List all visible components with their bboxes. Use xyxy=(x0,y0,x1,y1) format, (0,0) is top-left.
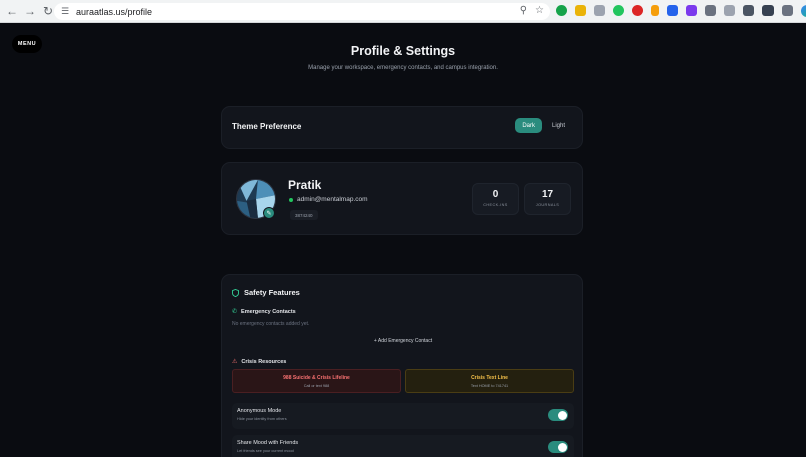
crisis-text-line-card[interactable]: Crisis Text Line Text HOME to 741741 xyxy=(405,369,574,393)
emergency-contacts-heading: ✆ Emergency Contacts xyxy=(232,308,296,316)
online-status-icon xyxy=(289,197,293,202)
safety-features-card: Safety Features ✆ Emergency Contacts No … xyxy=(221,274,583,457)
forward-icon[interactable]: → xyxy=(22,3,38,19)
browser-toolbar: ← → ↻ ☰ auraatlas.us/profile ⚲ ☆ ⋮ xyxy=(0,0,806,23)
back-icon[interactable]: ← xyxy=(4,3,20,19)
extension-icon[interactable] xyxy=(705,5,716,16)
emergency-contacts-title: Emergency Contacts xyxy=(241,308,296,315)
profile-email: admin@mentalmap.com xyxy=(297,196,368,203)
stat-journals-value: 17 xyxy=(541,189,554,200)
crisis-resources-title: Crisis Resources xyxy=(241,358,287,365)
page-subtitle: Manage your workspace, emergency contact… xyxy=(308,65,498,71)
anonymous-mode-title: Anonymous Mode xyxy=(237,408,282,414)
extension-icon[interactable] xyxy=(556,5,567,16)
stat-journals-label: JOURNALS xyxy=(535,203,560,207)
crisis-lifeline-sub: Call or text 988 xyxy=(303,384,330,388)
theme-dark-button[interactable]: Dark xyxy=(515,118,542,133)
share-mood-title: Share Mood with Friends xyxy=(237,440,299,446)
theme-toggle: Dark Light xyxy=(515,118,572,133)
extension-icon[interactable] xyxy=(782,5,793,16)
shield-icon xyxy=(232,288,239,297)
extension-icon[interactable] xyxy=(594,5,605,16)
edit-avatar-icon[interactable]: ✎ xyxy=(263,207,275,219)
toggle-knob xyxy=(557,410,567,420)
stat-checkins-value: 0 xyxy=(492,189,499,200)
extensions-bar: ⋮ xyxy=(556,4,806,17)
extension-icon[interactable] xyxy=(651,5,659,16)
profile-id-badge: 3874240 xyxy=(290,210,318,220)
theme-preference-card: Theme Preference Dark Light xyxy=(221,106,583,149)
share-mood-toggle[interactable] xyxy=(548,441,568,453)
url-text: auraatlas.us/profile xyxy=(76,6,153,17)
page: MENU Profile & Settings Manage your work… xyxy=(0,23,806,457)
extension-icon[interactable] xyxy=(724,5,735,16)
add-emergency-contact-button[interactable]: + Add Emergency Contact xyxy=(222,338,584,344)
extension-icon[interactable] xyxy=(613,5,624,16)
no-contacts-text: No emergency contacts added yet. xyxy=(232,321,310,327)
extension-icon[interactable] xyxy=(686,5,697,16)
zoom-icon[interactable]: ⚲ xyxy=(520,5,527,16)
safety-title-text: Safety Features xyxy=(244,288,300,297)
theme-label: Theme Preference xyxy=(232,122,302,131)
stat-checkins-label: CHECK-INS xyxy=(483,203,508,207)
phone-icon: ✆ xyxy=(232,309,238,315)
toggle-knob xyxy=(557,442,567,452)
share-mood-sub: Let friends see your current mood xyxy=(237,449,294,453)
stat-journals: 17 JOURNALS xyxy=(524,183,571,215)
warning-icon: ⚠ xyxy=(232,359,238,365)
extension-icon[interactable] xyxy=(632,5,643,16)
profile-name: Pratik xyxy=(288,178,322,192)
address-bar[interactable]: ☰ auraatlas.us/profile ⚲ ☆ xyxy=(54,3,550,20)
crisis-text-line-sub: Text HOME to 741741 xyxy=(470,384,509,388)
stat-checkins: 0 CHECK-INS xyxy=(472,183,519,215)
crisis-resources-heading: ⚠ Crisis Resources xyxy=(232,358,287,366)
crisis-lifeline-card[interactable]: 988 Suicide & Crisis Lifeline Call or te… xyxy=(232,369,401,393)
bookmark-star-icon[interactable]: ☆ xyxy=(535,5,544,16)
crisis-text-line-title: Crisis Text Line xyxy=(471,375,508,381)
site-settings-icon[interactable]: ☰ xyxy=(60,6,70,17)
puzzle-icon[interactable] xyxy=(743,5,754,16)
profile-card: ✎ Pratik admin@mentalmap.com 3874240 0 C… xyxy=(221,162,583,235)
theme-light-button[interactable]: Light xyxy=(545,118,572,133)
extension-icon[interactable] xyxy=(575,5,586,16)
profile-avatar-icon[interactable] xyxy=(801,4,806,17)
share-mood-row: Share Mood with Friends Let friends see … xyxy=(232,435,574,457)
crisis-lifeline-title: 988 Suicide & Crisis Lifeline xyxy=(283,375,350,381)
anonymous-mode-toggle[interactable] xyxy=(548,409,568,421)
sidebar-icon[interactable] xyxy=(762,5,774,16)
anonymous-mode-sub: Hide your identity from others xyxy=(237,417,287,421)
extension-icon[interactable] xyxy=(667,5,678,16)
safety-title: Safety Features xyxy=(232,288,300,297)
page-title: Profile & Settings xyxy=(350,44,456,58)
profile-email-row: admin@mentalmap.com xyxy=(289,196,368,203)
anonymous-mode-row: Anonymous Mode Hide your identity from o… xyxy=(232,403,574,429)
